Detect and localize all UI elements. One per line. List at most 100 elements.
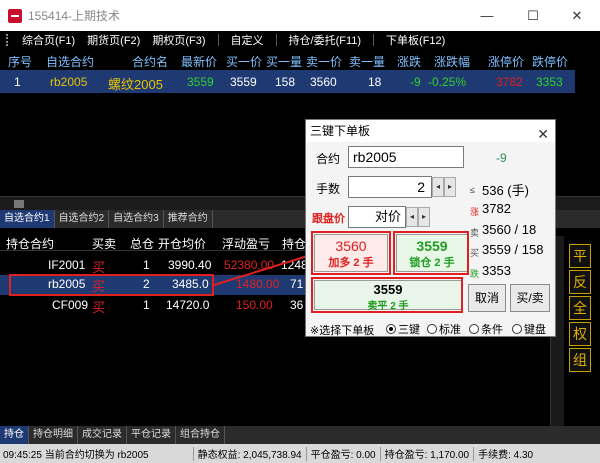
position-tabs: 持仓 持仓明细 成交记录 平仓记录 组合持仓 xyxy=(0,426,600,444)
reverse-button[interactable]: 反 xyxy=(569,270,591,294)
row-limit-up: 3782 xyxy=(496,75,523,89)
col-last[interactable]: 最新价 xyxy=(181,53,217,70)
status-bar: 09:45:25 当前合约切换为 rb2005 静态权益: 2,045,738.… xyxy=(0,444,600,463)
mode-keyboard-radio[interactable]: 键盘 xyxy=(512,321,546,337)
group-button[interactable]: 组 xyxy=(569,348,591,372)
position-code: CF009 xyxy=(52,298,89,312)
le-icon: ≤ xyxy=(470,185,475,195)
tab-recommended[interactable]: 推荐合约 xyxy=(164,210,213,228)
mode-label: 标准 xyxy=(439,324,461,336)
static-equity: 静态权益: 2,045,738.94 xyxy=(197,450,302,461)
limit-down-icon: 跌 xyxy=(470,269,480,279)
col-limit-up[interactable]: 涨停价 xyxy=(488,53,524,70)
toolbar-grip-icon[interactable] xyxy=(6,33,12,46)
minimize-button[interactable]: — xyxy=(464,0,510,31)
col-change-pct[interactable]: 涨跌幅 xyxy=(434,53,470,70)
close-position-button[interactable]: 平 xyxy=(569,244,591,268)
menu-separator xyxy=(373,33,375,46)
info-limit-down: 3353 xyxy=(482,263,511,278)
col-index[interactable]: 序号 xyxy=(8,53,32,70)
menu-separator xyxy=(275,33,277,46)
tab-watchlist-1[interactable]: 自选合约1 xyxy=(0,210,55,228)
position-avg: 14720.0 xyxy=(166,298,210,312)
mode-standard-radio[interactable]: 标准 xyxy=(427,321,461,337)
status-message: 09:45:25 当前合约切换为 rb2005 xyxy=(3,450,149,461)
buy-sell-button[interactable]: 买/卖 xyxy=(510,284,550,312)
rights-button[interactable]: 权 xyxy=(569,322,591,346)
tab-combo-positions[interactable]: 组合持仓 xyxy=(176,426,225,444)
row-limit-down: 3353 xyxy=(536,75,563,89)
lots-input[interactable]: 2 xyxy=(348,176,432,198)
menu-custom[interactable]: 自定义 xyxy=(231,32,264,48)
ask-icon: 卖 xyxy=(470,228,480,238)
row-index: 1 xyxy=(14,75,21,89)
highlight-box xyxy=(311,231,391,275)
quote-table-header: 序号 自选合约 合约名 最新价 买一价 买一量 卖一价 卖一量 涨跌 涨跌幅 涨… xyxy=(0,50,600,70)
position-extra: 36 xyxy=(290,298,304,312)
menu-options[interactable]: 期权页(F3) xyxy=(152,32,205,48)
price-increment-icon[interactable]: ▸ xyxy=(418,207,430,227)
choose-board-label: ※选择下单板 xyxy=(310,325,375,337)
tab-position-details[interactable]: 持仓明细 xyxy=(29,426,78,444)
lots-decrement-icon[interactable]: ◂ xyxy=(432,177,444,197)
col-ask[interactable]: 卖一价 xyxy=(306,53,342,70)
side-buttons: 平 反 全 权 组 xyxy=(569,244,593,374)
col-name[interactable]: 合约名 xyxy=(132,53,168,70)
highlight-box xyxy=(393,231,469,275)
dialog-title-text: 三键下单板 xyxy=(310,124,371,138)
col-contract[interactable]: 自选合约 xyxy=(46,53,94,70)
highlight-box xyxy=(9,274,214,296)
position-avg: 3990.40 xyxy=(168,258,212,272)
app-icon xyxy=(8,8,22,23)
radio-dot xyxy=(469,324,479,334)
col-bid[interactable]: 买一价 xyxy=(226,53,262,70)
quote-row[interactable]: 1 rb2005 螺纹2005 3559 3559 158 3560 18 -9… xyxy=(0,70,575,93)
menu-separator xyxy=(217,33,219,46)
menu-futures[interactable]: 期货页(F2) xyxy=(87,32,140,48)
col-change[interactable]: 涨跌 xyxy=(397,53,421,70)
table-row[interactable]: CF009 买 1 14720.0 150.00 36 xyxy=(0,296,306,316)
scroll-thumb[interactable] xyxy=(14,200,24,208)
fee: 手续费: 4.30 xyxy=(478,450,534,461)
position-qty: 1 xyxy=(143,298,150,312)
menu-order-board[interactable]: 下单板(F12) xyxy=(386,32,445,48)
dialog-title: 三键下单板 ✕ xyxy=(306,120,555,142)
mode-conditional-radio[interactable]: 条件 xyxy=(469,321,503,337)
mode-three-key-radio[interactable]: 三键 xyxy=(386,321,420,337)
menu-overview[interactable]: 综合页(F1) xyxy=(22,32,75,48)
cancel-button[interactable]: 取消 xyxy=(468,284,506,312)
menu-positions[interactable]: 持仓/委托(F11) xyxy=(289,32,362,48)
window-title: 155414-上期技术 xyxy=(28,9,121,23)
row-code: rb2005 xyxy=(50,75,88,89)
tab-trade-records[interactable]: 成交记录 xyxy=(78,426,127,444)
position-pnl: 150.00 xyxy=(236,298,273,312)
contract-label: 合约 xyxy=(316,152,341,166)
row-ask-vol: 18 xyxy=(368,75,382,89)
price-type-select[interactable]: 对价 xyxy=(348,206,406,228)
positions-table-header: 持仓合约 买卖 总仓 开仓均价 浮动盈亏 持仓 xyxy=(0,232,306,252)
close-pnl: 平仓盈亏: 0.00 xyxy=(310,450,376,461)
close-button[interactable]: ✕ xyxy=(554,0,600,31)
tab-watchlist-3[interactable]: 自选合约3 xyxy=(109,210,164,228)
position-qty: 1 xyxy=(143,258,150,272)
tab-positions[interactable]: 持仓 xyxy=(0,426,29,444)
mode-label: 条件 xyxy=(481,324,503,336)
col-bid-vol[interactable]: 买一量 xyxy=(266,53,302,70)
contract-change: -9 xyxy=(496,151,507,165)
radio-dot xyxy=(512,324,522,334)
price-decrement-icon[interactable]: ◂ xyxy=(406,207,418,227)
mode-label: 键盘 xyxy=(524,324,546,336)
col-limit-down[interactable]: 跌停价 xyxy=(532,53,568,70)
col-ask-vol[interactable]: 卖一量 xyxy=(349,53,385,70)
contract-input[interactable]: rb2005 xyxy=(348,146,464,168)
bid-icon: 买 xyxy=(470,248,480,258)
maximize-button[interactable]: ☐ xyxy=(510,0,556,31)
lots-increment-icon[interactable]: ▸ xyxy=(444,177,456,197)
info-bid: 3559 / 158 xyxy=(482,242,544,257)
tab-close-records[interactable]: 平仓记录 xyxy=(127,426,176,444)
annotation-connector xyxy=(213,253,315,286)
tab-watchlist-2[interactable]: 自选合约2 xyxy=(55,210,110,228)
row-change: -9 xyxy=(410,75,421,89)
all-button[interactable]: 全 xyxy=(569,296,591,320)
row-name: 螺纹2005 xyxy=(108,77,163,92)
